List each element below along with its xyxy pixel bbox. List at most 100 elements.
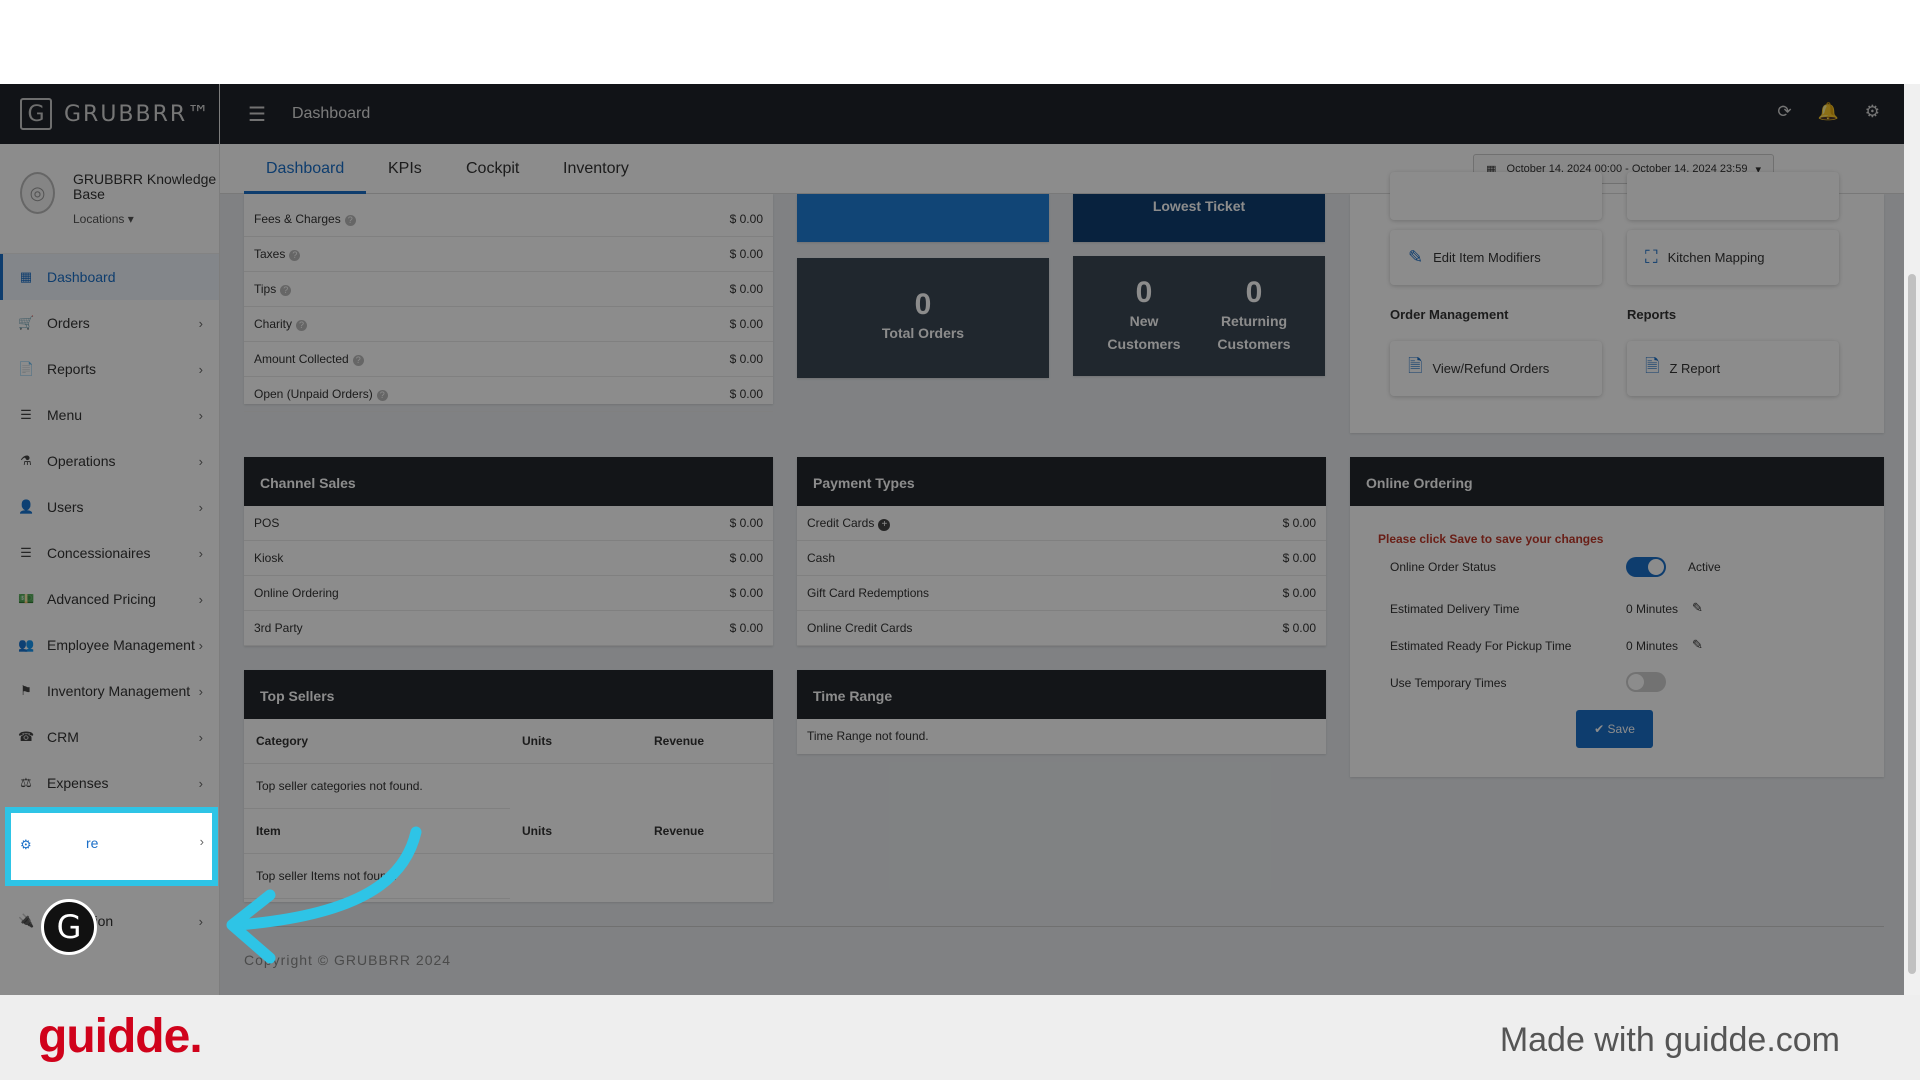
avatar: ◎	[20, 172, 55, 214]
scale-icon: ⚖	[20, 775, 32, 790]
made-with-text: Made with guidde.com	[1499, 1021, 1840, 1059]
edit-item-modifiers-button[interactable]: ✎ Edit Item Modifiers	[1390, 230, 1602, 285]
sidebar-item-concessionaires[interactable]: ☰ Concessionaires ›	[0, 530, 219, 576]
tab-kpis[interactable]: KPIs	[388, 144, 422, 194]
row-label: Online Ordering	[254, 586, 339, 600]
row-value: $ 0.00	[729, 317, 763, 331]
top-sellers-title: Top Sellers	[244, 670, 773, 719]
flask-icon: ⚗	[20, 453, 32, 468]
edit-pickup-time-icon[interactable]: ✎	[1692, 637, 1703, 653]
guidde-logo: guidde.	[38, 1010, 203, 1063]
save-notice: Please click Save to save your changes	[1378, 532, 1604, 546]
view-refund-orders-button[interactable]: 🗎 View/Refund Orders	[1390, 341, 1602, 396]
delivery-time-label: Estimated Delivery Time	[1390, 602, 1520, 616]
row-value: $ 0.00	[729, 621, 763, 635]
menu-icon: ☰	[20, 407, 32, 422]
chevron-right-icon: ›	[199, 834, 204, 849]
sidebar-item-crm[interactable]: ☎ CRM ›	[0, 714, 219, 760]
scrollbar[interactable]	[1904, 84, 1920, 995]
row-label: Gift Card Redemptions	[807, 586, 930, 600]
chevron-right-icon: ›	[198, 545, 203, 561]
sidebar-item-label: Menu	[47, 407, 83, 423]
sidebar-item-inventory-management[interactable]: ⚑ Inventory Management ›	[0, 668, 219, 714]
users-icon: 👤	[18, 499, 35, 514]
online-ordering-title: Online Ordering	[1350, 457, 1884, 506]
gear-icon[interactable]: ⚙	[1865, 102, 1880, 122]
tab-cockpit[interactable]: Cockpit	[466, 144, 519, 194]
hamburger-icon[interactable]: ☰	[248, 102, 266, 127]
sidebar-item-expenses[interactable]: ⚖ Expenses ›	[0, 760, 219, 806]
sidebar-item-operations[interactable]: ⚗ Operations ›	[0, 438, 219, 484]
sidebar-item-menu[interactable]: ☰ Menu ›	[0, 392, 219, 438]
sitemap-icon: ⚑	[20, 683, 32, 698]
chevron-right-icon: ›	[198, 453, 203, 469]
chevron-right-icon: ›	[198, 591, 203, 607]
scrollbar-thumb[interactable]	[1908, 274, 1916, 974]
z-report-button[interactable]: 🗎 Z Report	[1627, 341, 1839, 396]
edit-delivery-time-icon[interactable]: ✎	[1692, 600, 1703, 616]
pencil-icon: ✎	[1408, 247, 1424, 267]
document-icon: 🗎	[1645, 355, 1660, 376]
info-icon[interactable]: ?	[289, 250, 301, 261]
row-label: Charity	[254, 317, 293, 331]
temporary-times-toggle[interactable]	[1626, 672, 1666, 692]
time-range-panel: Time Range Time Range not found.	[797, 670, 1326, 754]
tab-dashboard[interactable]: Dashboard	[244, 144, 367, 194]
bell-icon[interactable]: 🔔	[1818, 102, 1839, 122]
sidebar-item-label: Dashboard	[47, 269, 116, 285]
info-icon[interactable]: ?	[296, 320, 308, 331]
row-label: POS	[254, 516, 280, 530]
chevron-right-icon: ›	[198, 775, 203, 791]
info-icon[interactable]: ?	[344, 215, 356, 226]
highlighted-sidebar-item-store[interactable]: ⚙ re ›	[5, 807, 218, 886]
gear-icon: ⚙	[20, 837, 32, 852]
channel-sales-panel: Channel Sales POS $ 0.00 Kiosk $ 0.00 Online…	[244, 457, 773, 646]
total-orders-label: Total Orders	[881, 325, 965, 341]
quick-link-top-right[interactable]	[1627, 172, 1839, 220]
sidebar-item-dashboard[interactable]: ▦ Dashboard	[0, 254, 219, 300]
order-management-heading: Order Management	[1390, 307, 1509, 322]
table-row: Amount Collected? $ 0.00	[244, 342, 773, 377]
locations-dropdown[interactable]: Locations ▾	[73, 212, 219, 226]
brand: G GRUBBRR™	[0, 84, 219, 144]
chevron-right-icon: ›	[198, 729, 203, 745]
expand-plus-icon[interactable]: +	[878, 518, 891, 531]
sidebar-item-label: Inventory Management	[47, 683, 191, 699]
kitchen-mapping-button[interactable]: ⛶ Kitchen Mapping	[1627, 230, 1839, 285]
chevron-right-icon: ›	[198, 913, 203, 929]
payment-types-title: Payment Types	[797, 457, 1326, 506]
tab-inventory[interactable]: Inventory	[563, 144, 629, 194]
info-icon[interactable]: ?	[352, 355, 364, 366]
sidebar-item-reports[interactable]: 📄 Reports ›	[0, 346, 219, 392]
online-order-status-toggle[interactable]	[1626, 557, 1666, 577]
sidebar-item-advanced-pricing[interactable]: 💵 Advanced Pricing ›	[0, 576, 219, 622]
row-value: $ 0.00	[1282, 621, 1316, 635]
channel-sales-title: Channel Sales	[244, 457, 773, 506]
sidebar-item-orders[interactable]: 🛒 Orders ›	[0, 300, 219, 346]
quick-link-top-left[interactable]	[1390, 172, 1602, 220]
refresh-icon[interactable]: ⟳	[1777, 102, 1791, 122]
grubbrr-logo: G	[20, 98, 52, 130]
payment-types-panel: Payment Types Credit Cards + $ 0.00 Cash $ 0…	[797, 457, 1326, 646]
sidebar-item-employee-management[interactable]: 👥 Employee Management ›	[0, 622, 219, 668]
sidebar-item-label: Users	[47, 499, 84, 515]
sidebar-item-label: Concessionaires	[47, 545, 151, 561]
row-value: $ 0.00	[729, 247, 763, 261]
row-label: Cash	[807, 551, 836, 565]
item-header-row: Item Units Revenue	[244, 809, 773, 854]
profile-name: GRUBBRR Knowledge Base	[73, 171, 217, 202]
sidebar-item-integration[interactable]: 🔌Integration›	[0, 898, 219, 944]
cart-icon: 🛒	[18, 315, 35, 330]
row-value: $ 0.00	[729, 282, 763, 296]
pickup-time-value: 0 Minutes	[1626, 639, 1679, 653]
save-button[interactable]: ✔ Save	[1576, 710, 1653, 748]
online-ordering-panel: Online Ordering Please click Save to sav…	[1350, 457, 1884, 777]
chevron-right-icon: ›	[198, 361, 203, 377]
row-label: Kiosk	[254, 551, 284, 565]
info-icon[interactable]: ?	[280, 285, 292, 296]
info-icon[interactable]: ?	[376, 390, 388, 401]
sidebar-item-users[interactable]: 👤 Users ›	[0, 484, 219, 530]
reports-heading: Reports	[1627, 307, 1677, 322]
row-value: $ 0.00	[729, 352, 763, 366]
app-frame: G GRUBBRR™ ◎ GRUBBRR Knowledge Base Loca…	[0, 84, 1920, 995]
